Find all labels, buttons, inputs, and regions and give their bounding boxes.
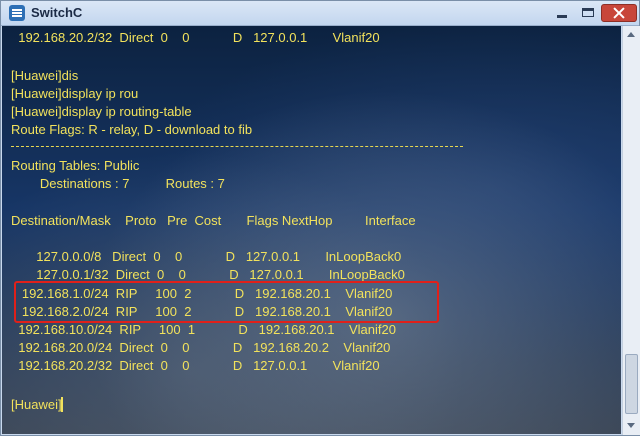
table-row: 192.168.20.2/32 Direct 0 0 D 127.0.0.1 V… bbox=[11, 358, 380, 373]
table-row: 127.0.0.0/8 Direct 0 0 D 127.0.0.1 InLoo… bbox=[11, 249, 402, 264]
text-cursor bbox=[61, 397, 63, 412]
window-title: SwitchC bbox=[31, 5, 83, 20]
terminal-line: Route Flags: R - relay, D - download to … bbox=[11, 122, 253, 137]
title-bar[interactable]: SwitchC bbox=[1, 1, 639, 26]
scroll-up-icon[interactable] bbox=[625, 28, 638, 42]
table-row: 192.168.10.0/24 RIP 100 1 D 192.168.20.1… bbox=[11, 322, 396, 337]
rip-routes-highlight bbox=[14, 281, 439, 323]
terminal-output[interactable]: 192.168.20.2/32 Direct 0 0 D 127.0.0.1 V… bbox=[2, 26, 621, 434]
terminal-line: [Huawei]display ip rou bbox=[11, 86, 139, 101]
terminal-line: Destinations : 7 Routes : 7 bbox=[11, 176, 225, 191]
table-header: Destination/Mask Proto Pre Cost Flags Ne… bbox=[11, 213, 416, 228]
maximize-icon[interactable] bbox=[575, 4, 601, 22]
scroll-down-icon[interactable] bbox=[625, 419, 638, 433]
scroll-thumb[interactable] bbox=[625, 354, 638, 414]
terminal-line: 192.168.20.2/32 Direct 0 0 D 127.0.0.1 V… bbox=[11, 30, 380, 45]
terminal-window: SwitchC 192.168.20.2/32 Direct 0 0 D 127… bbox=[0, 0, 640, 436]
command-prompt[interactable]: [Huawei] bbox=[11, 397, 62, 413]
terminal-line: [Huawei]display ip routing-table bbox=[11, 104, 192, 119]
terminal-line: Routing Tables: Public bbox=[11, 158, 140, 173]
minimize-icon[interactable] bbox=[549, 4, 575, 22]
vertical-scrollbar[interactable] bbox=[622, 26, 640, 435]
terminal-app-icon bbox=[9, 5, 25, 21]
terminal-line: [Huawei]dis bbox=[11, 68, 79, 83]
table-row: 192.168.20.0/24 Direct 0 0 D 192.168.20.… bbox=[11, 340, 391, 355]
close-icon[interactable] bbox=[601, 4, 637, 22]
dashed-separator bbox=[11, 146, 463, 147]
